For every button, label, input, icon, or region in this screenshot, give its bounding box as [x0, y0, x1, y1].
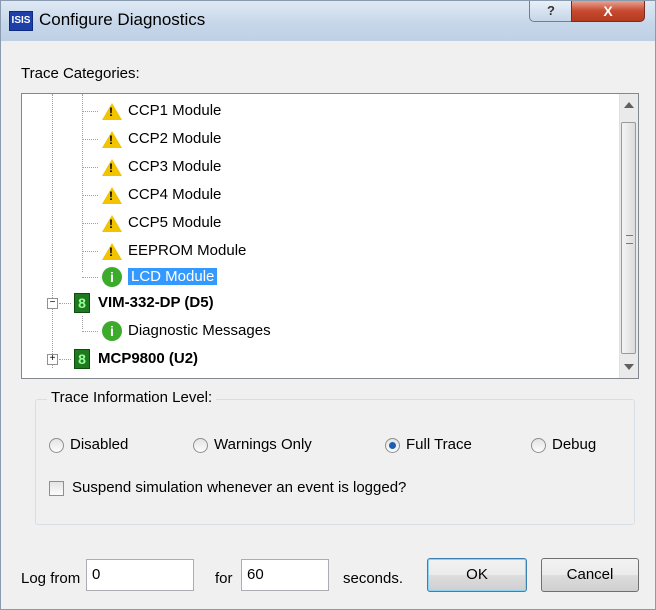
close-button[interactable]: X: [571, 1, 645, 22]
warning-icon: [102, 186, 122, 204]
tree-connector: [82, 139, 98, 140]
seconds-label: seconds.: [343, 570, 404, 587]
trace-level-label: Trace Information Level:: [47, 389, 217, 406]
duration-input[interactable]: 60: [241, 559, 329, 591]
tree-connector: [59, 303, 71, 304]
tree-item-label: CCP1 Module: [128, 102, 222, 119]
tree-connector: [82, 111, 98, 112]
tree-node[interactable]: − 8 VIM-332-DP (D5): [46, 290, 214, 316]
tree-node-label: MCP9800 (U2): [98, 350, 199, 367]
tree-item-label: EEPROM Module: [128, 242, 247, 259]
tree-connector: [82, 223, 98, 224]
suspend-label: Suspend simulation whenever an event is …: [72, 479, 407, 496]
tree-item[interactable]: i Diagnostic Messages: [82, 318, 271, 344]
tree-item-label: CCP3 Module: [128, 158, 222, 175]
app-icon: ISIS: [9, 11, 33, 31]
tree-connector: [82, 251, 98, 252]
ok-button[interactable]: OK: [427, 558, 527, 592]
tree-connector: [59, 359, 71, 360]
tree-item-label: Diagnostic Messages: [128, 322, 271, 339]
tree-item-label: CCP4 Module: [128, 186, 222, 203]
radio-selected-icon[interactable]: [385, 437, 400, 453]
warning-icon: [102, 214, 122, 232]
scroll-thumb[interactable]: [621, 122, 636, 354]
tree-connector: [82, 331, 98, 332]
help-button[interactable]: ?: [529, 1, 573, 22]
vertical-scrollbar[interactable]: [619, 94, 638, 378]
radio-full-trace[interactable]: Full Trace: [385, 436, 472, 454]
radio-warnings-only[interactable]: Warnings Only: [193, 436, 312, 454]
radio-debug[interactable]: Debug: [531, 436, 596, 454]
radio-icon[interactable]: [531, 437, 546, 453]
trace-level-group: [35, 399, 635, 525]
tree-node[interactable]: + 8 MCP9800 (U2): [46, 346, 198, 372]
tree-connector: [82, 195, 98, 196]
tree-item[interactable]: CCP3 Module: [82, 154, 221, 180]
warning-icon: [102, 158, 122, 176]
trace-categories-tree[interactable]: CCP1 Module CCP2 Module CCP3 Module CCP4…: [21, 93, 639, 379]
info-icon: i: [102, 321, 122, 342]
radio-label: Warnings Only: [214, 436, 312, 453]
tree-item-label: CCP2 Module: [128, 130, 222, 147]
checkbox-icon[interactable]: [49, 480, 64, 496]
chip-icon: 8: [74, 349, 90, 370]
scroll-up-icon[interactable]: [624, 102, 634, 108]
cancel-button[interactable]: Cancel: [541, 558, 639, 592]
tree-item-label: CCP5 Module: [128, 214, 222, 231]
warning-icon: [102, 102, 122, 120]
radio-icon[interactable]: [193, 437, 208, 453]
warning-icon: [102, 130, 122, 148]
warning-icon: [102, 242, 122, 260]
tree-item[interactable]: EEPROM Module: [82, 238, 246, 264]
suspend-checkbox[interactable]: Suspend simulation whenever an event is …: [49, 479, 406, 497]
title-bar[interactable]: ISIS Configure Diagnostics ? X: [1, 1, 655, 41]
radio-label: Debug: [552, 436, 597, 453]
expand-icon[interactable]: +: [47, 354, 58, 365]
radio-label: Disabled: [70, 436, 129, 453]
tree-connector-line: [52, 94, 53, 368]
window-title: Configure Diagnostics: [39, 10, 206, 29]
tree-connector: [82, 167, 98, 168]
tree-item[interactable]: CCP2 Module: [82, 126, 221, 152]
radio-icon[interactable]: [49, 437, 64, 453]
scroll-grip-icon: [626, 235, 633, 244]
log-from-input[interactable]: 0: [86, 559, 194, 591]
configure-diagnostics-dialog: ISIS Configure Diagnostics ? X Trace Cat…: [0, 0, 656, 610]
tree-connector: [82, 277, 98, 278]
radio-disabled[interactable]: Disabled: [49, 436, 128, 454]
tree-item[interactable]: CCP1 Module: [82, 98, 221, 124]
chip-icon: 8: [74, 293, 90, 314]
tree-item[interactable]: CCP4 Module: [82, 182, 221, 208]
log-from-label: Log from: [21, 570, 81, 587]
trace-categories-label: Trace Categories:: [21, 65, 140, 82]
tree-item-label: LCD Module: [128, 268, 218, 285]
tree-item[interactable]: CCP5 Module: [82, 210, 221, 236]
radio-label: Full Trace: [406, 436, 472, 453]
info-icon: i: [102, 267, 122, 288]
scroll-down-icon[interactable]: [624, 364, 634, 370]
collapse-icon[interactable]: −: [47, 298, 58, 309]
tree-node-label: VIM-332-DP (D5): [98, 294, 214, 311]
tree-item-selected[interactable]: i LCD Module: [82, 264, 218, 290]
for-label: for: [215, 570, 233, 587]
